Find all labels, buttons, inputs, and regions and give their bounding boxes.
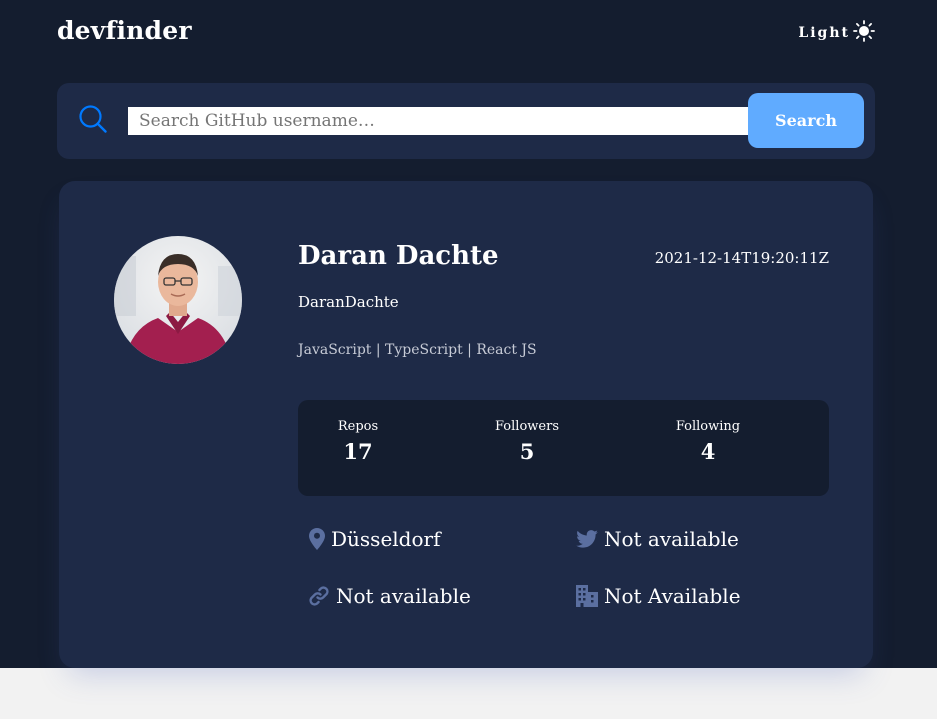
stat-repos-value: 17 xyxy=(343,439,373,464)
search-input[interactable] xyxy=(128,107,750,135)
stat-following-value: 4 xyxy=(700,439,716,464)
stat-repos: Repos 17 xyxy=(298,419,418,464)
join-date: 2021-12-14T19:20:11Z xyxy=(654,249,829,267)
stat-following-label: Following xyxy=(675,419,741,434)
info-twitter-text: Not available xyxy=(604,527,739,551)
search-button[interactable]: Search xyxy=(748,93,864,148)
app-root: devfinder Light Search GitHub username… … xyxy=(0,0,937,668)
theme-toggle-label: Light xyxy=(798,25,850,41)
header: devfinder Light xyxy=(57,14,875,52)
info-location: Düsseldorf xyxy=(309,527,440,551)
stat-followers-label: Followers xyxy=(495,419,559,434)
info-company-text: Not Available xyxy=(604,584,741,608)
location-pin-icon xyxy=(309,528,325,550)
theme-toggle-button[interactable]: Light xyxy=(798,20,875,46)
stats-panel: Repos 17 Followers 5 Following 4 xyxy=(298,400,829,496)
profile-card: Daran Dachte 2021-12-14T19:20:11Z DaranD… xyxy=(59,181,873,668)
stat-repos-label: Repos xyxy=(337,419,379,434)
stat-following: Following 4 xyxy=(648,419,768,464)
info-twitter: Not available xyxy=(576,527,739,551)
twitter-icon xyxy=(576,530,598,548)
link-icon xyxy=(308,585,330,607)
user-name: Daran Dachte xyxy=(298,241,499,271)
sun-icon xyxy=(853,20,875,46)
search-icon xyxy=(78,104,108,134)
building-icon xyxy=(576,585,598,607)
info-company: Not Available xyxy=(576,584,741,608)
info-blog-text[interactable]: Not available xyxy=(336,584,471,608)
user-bio: JavaScript | TypeScript | React JS xyxy=(298,342,537,358)
stat-followers-value: 5 xyxy=(519,439,535,464)
avatar xyxy=(114,236,242,364)
info-location-text: Düsseldorf xyxy=(331,527,441,551)
search-bar: Search xyxy=(57,83,875,159)
app-logo: devfinder xyxy=(57,16,192,45)
info-blog: Not available xyxy=(308,584,471,608)
stat-followers: Followers 5 xyxy=(467,419,587,464)
user-login[interactable]: DaranDachte xyxy=(298,293,399,311)
